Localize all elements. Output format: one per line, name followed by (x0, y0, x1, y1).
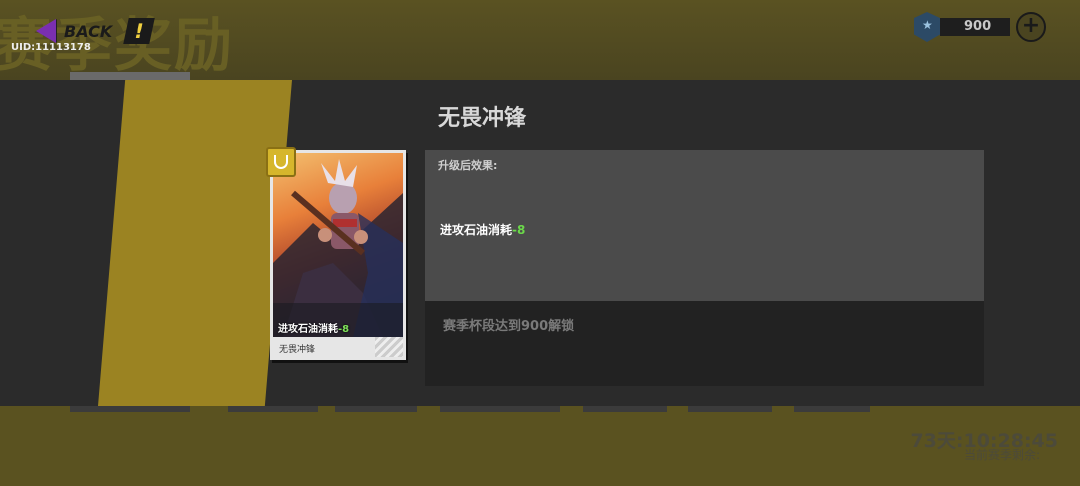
card-corner-stripes (375, 337, 403, 357)
back-arrow-icon (36, 19, 56, 43)
currency-value: 900 (964, 19, 992, 34)
uid-label: UID:11113178 (11, 42, 91, 53)
add-currency-button[interactable]: + (1016, 12, 1046, 42)
card-effect-text: 进攻石油消耗-8 (278, 324, 350, 335)
card-rarity-icon (266, 147, 296, 177)
unlock-requirement-text: 赛季杯段达到900解锁 (443, 319, 575, 334)
tab-strip-top (70, 72, 190, 80)
info-button[interactable]: ! (123, 18, 155, 44)
reward-card[interactable]: 进攻石油消耗-8 无畏冲锋 (266, 147, 406, 360)
decorative-yellow-panel (98, 80, 292, 406)
unlock-requirement-box: 赛季杯段达到900解锁 (425, 301, 984, 386)
detail-title: 无畏冲锋 (438, 106, 527, 131)
upgrade-effect-box: 升级后效果: 进攻石油消耗-8 (425, 150, 984, 301)
upgrade-effect-label: 升级后效果: (438, 159, 498, 172)
season-timer-label: 当前赛季剩余: (963, 448, 1040, 462)
card-artwork (273, 153, 403, 337)
upgrade-effect-text: 进攻石油消耗-8 (440, 223, 526, 237)
back-label: BACK (64, 21, 113, 41)
card-name: 无畏冲锋 (279, 345, 316, 355)
